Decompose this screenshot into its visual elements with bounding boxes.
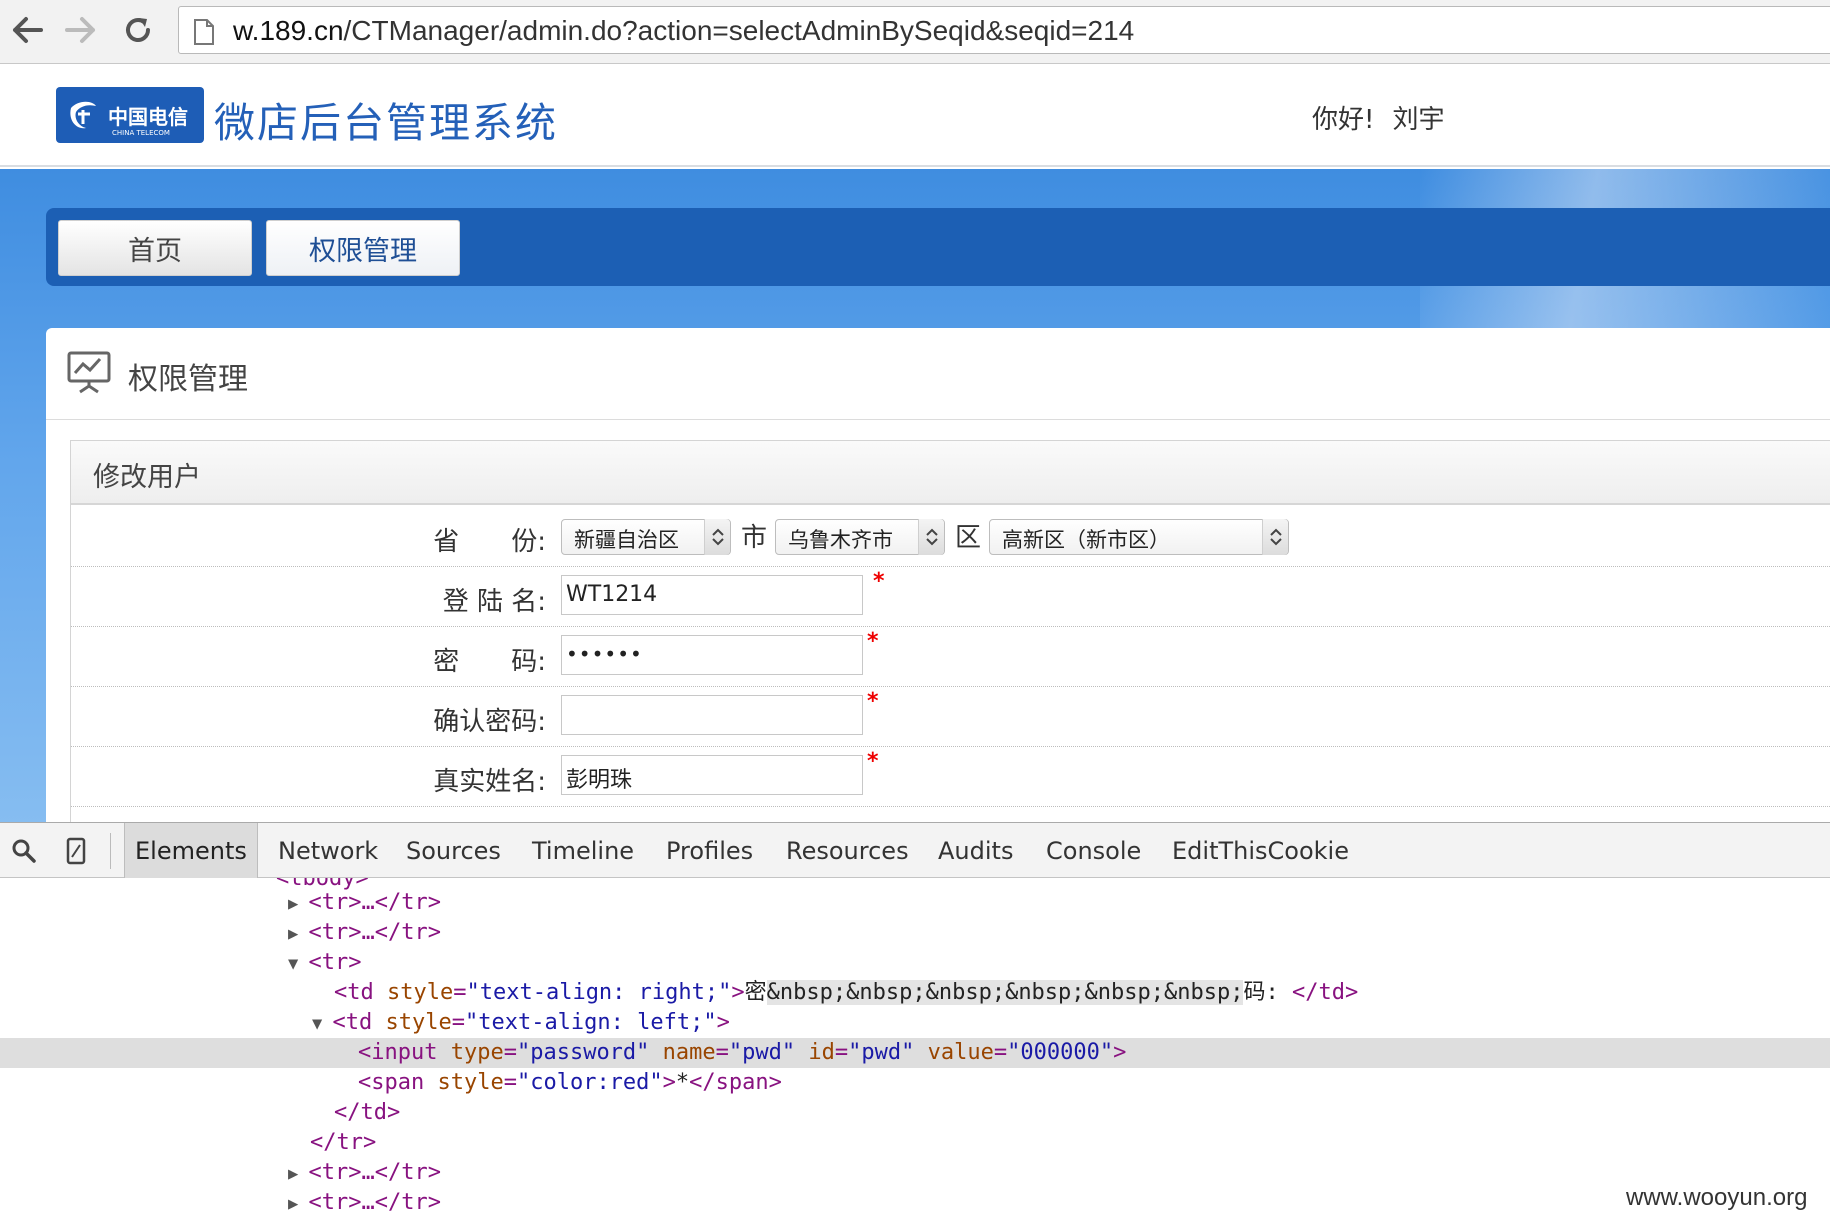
devtools-panel: Elements Network Sources Timeline Profil…: [0, 822, 1830, 1226]
china-telecom-logo: 中国电信 CHINA TELECOM: [56, 87, 204, 143]
form-row-password: 密 码: •••••• *: [71, 627, 1830, 687]
devtools-tab-network[interactable]: Network: [268, 823, 388, 878]
form-title: 修改用户: [93, 462, 201, 493]
dom-line[interactable]: ▼ <tr>: [0, 948, 1830, 978]
panel-title: 权限管理: [128, 362, 248, 397]
dom-line[interactable]: <td style="text-align: right;">密&nbsp;&n…: [0, 978, 1830, 1008]
expand-arrow-icon[interactable]: ▶: [288, 924, 308, 944]
panel-header: 权限管理: [46, 328, 1830, 420]
devtools-tab-timeline[interactable]: Timeline: [522, 823, 644, 878]
main-nav: 首页 权限管理: [46, 208, 1830, 286]
devtools-tab-elements[interactable]: Elements: [124, 823, 258, 878]
greeting-text: 你好!: [1312, 105, 1375, 135]
logo-text: 中国电信: [108, 104, 188, 129]
login-input[interactable]: WT1214: [561, 575, 863, 615]
realname-input[interactable]: 彭明珠: [561, 755, 863, 795]
required-mark: *: [867, 629, 879, 654]
required-mark: *: [867, 749, 879, 774]
password-input[interactable]: ••••••: [561, 635, 863, 675]
telecom-swirl-icon: [70, 101, 96, 129]
reload-icon[interactable]: [116, 8, 160, 52]
dom-line[interactable]: </tr>: [0, 1128, 1830, 1158]
dom-line[interactable]: ▶ <tr>…</tr>: [0, 918, 1830, 948]
search-icon[interactable]: [6, 833, 42, 869]
edit-user-form: 修改用户 省 份: 新疆自治区 市 乌鲁木齐市 区 高新区（新市区） 登 陆 名…: [70, 440, 1830, 840]
form-row-realname: 真实姓名: 彭明珠 *: [71, 747, 1830, 807]
expand-arrow-icon[interactable]: ▶: [288, 894, 308, 914]
nav-tab-home[interactable]: 首页: [58, 220, 252, 276]
realname-label: 真实姓名:: [433, 767, 546, 797]
dom-line[interactable]: ▼ <td style="text-align: left;">: [0, 1008, 1830, 1038]
user-name: 刘宇: [1392, 105, 1445, 135]
user-greeting: 你好! 刘宇: [1312, 99, 1462, 136]
required-mark: *: [867, 689, 879, 714]
main-panel: 权限管理 修改用户 省 份: 新疆自治区 市 乌鲁木齐市 区 高新区（新市区） …: [46, 328, 1830, 840]
back-arrow-icon[interactable]: [6, 8, 50, 52]
devtools-tab-editthiscookie[interactable]: EditThisCookie: [1162, 823, 1359, 878]
form-row-province: 省 份: 新疆自治区 市 乌鲁木齐市 区 高新区（新市区）: [71, 507, 1830, 567]
confirm-password-input[interactable]: [561, 695, 863, 735]
dom-line[interactable]: ▶ <tr>…</tr>: [0, 1158, 1830, 1188]
confirm-password-label: 确认密码:: [433, 707, 546, 737]
page-icon: [193, 19, 215, 49]
province-select[interactable]: 新疆自治区: [561, 519, 731, 555]
district-select[interactable]: 高新区（新市区）: [989, 519, 1289, 555]
dom-line[interactable]: <span style="color:red">*</span>: [0, 1068, 1830, 1098]
city-select[interactable]: 乌鲁木齐市: [775, 519, 945, 555]
site-header: 中国电信 CHINA TELECOM 微店后台管理系统 你好! 刘宇: [0, 65, 1830, 167]
browser-toolbar: w.189.cn/CTManager/admin.do?action=selec…: [0, 0, 1830, 64]
select-arrows-icon: [1262, 519, 1288, 555]
address-bar[interactable]: w.189.cn/CTManager/admin.do?action=selec…: [178, 6, 1830, 54]
nav-tab-permissions[interactable]: 权限管理: [266, 220, 460, 276]
form-row-confirm-password: 确认密码: *: [71, 687, 1830, 747]
dom-line[interactable]: ▶ <tr>…</tr>: [0, 888, 1830, 918]
collapse-arrow-icon[interactable]: ▼: [288, 954, 308, 974]
device-mode-icon[interactable]: [58, 833, 94, 869]
expand-arrow-icon[interactable]: ▶: [288, 1194, 308, 1214]
required-mark: *: [873, 569, 885, 594]
watermark: www.wooyun.org: [1626, 1184, 1808, 1211]
devtools-tab-resources[interactable]: Resources: [776, 823, 919, 878]
presentation-chart-icon: [66, 350, 112, 398]
select-arrows-icon: [918, 519, 944, 555]
form-row-login: 登 陆 名: WT1214 *: [71, 567, 1830, 627]
district-separator: 区: [955, 523, 982, 553]
devtools-tab-profiles[interactable]: Profiles: [656, 823, 763, 878]
dom-tree: <tbody> ▶ <tr>…</tr> ▶ <tr>…</tr> ▼ <tr>…: [0, 878, 1830, 1226]
expand-arrow-icon[interactable]: ▶: [288, 1164, 308, 1184]
forward-arrow-icon[interactable]: [58, 8, 102, 52]
devtools-tab-sources[interactable]: Sources: [396, 823, 511, 878]
devtools-tab-console[interactable]: Console: [1036, 823, 1151, 878]
province-label: 省 份:: [433, 527, 546, 557]
form-header: 修改用户: [71, 441, 1830, 505]
site-title: 微店后台管理系统: [214, 99, 558, 147]
dom-line[interactable]: </td>: [0, 1098, 1830, 1128]
dom-line-selected[interactable]: <input type="password" name="pwd" id="pw…: [0, 1038, 1830, 1068]
logo-text-en: CHINA TELECOM: [112, 129, 170, 137]
devtools-toolbar: Elements Network Sources Timeline Profil…: [0, 822, 1830, 878]
collapse-arrow-icon[interactable]: ▼: [312, 1014, 332, 1034]
devtools-tab-audits[interactable]: Audits: [928, 823, 1023, 878]
password-label: 密 码:: [433, 647, 546, 677]
select-arrows-icon: [704, 519, 730, 555]
login-label: 登 陆 名:: [442, 587, 546, 617]
dom-line[interactable]: ▶ <tr>…</tr>: [0, 1188, 1830, 1218]
url-text: w.189.cn/CTManager/admin.do?action=selec…: [233, 15, 1135, 46]
city-separator: 市: [741, 523, 768, 553]
